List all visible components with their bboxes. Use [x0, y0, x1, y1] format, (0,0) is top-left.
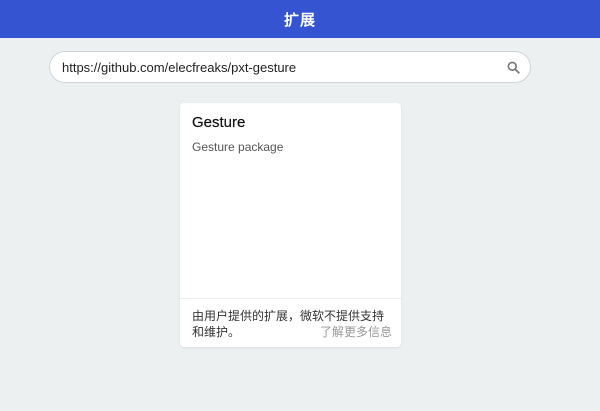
- card-title: Gesture: [192, 114, 246, 131]
- card-description: Gesture package: [192, 140, 284, 154]
- search-box: [49, 51, 531, 83]
- card-divider: [180, 298, 401, 299]
- extension-card-gesture[interactable]: Gesture Gesture package 由用户提供的扩展，微软不提供支持…: [180, 103, 401, 347]
- card-footer: 由用户提供的扩展，微软不提供支持和维护。 了解更多信息: [192, 308, 392, 340]
- search-icon[interactable]: [506, 60, 520, 74]
- learn-more-link[interactable]: 了解更多信息: [320, 324, 392, 340]
- header-title: 扩展: [283, 10, 316, 29]
- header-bar: 扩展: [0, 0, 600, 38]
- search-input[interactable]: [50, 53, 506, 81]
